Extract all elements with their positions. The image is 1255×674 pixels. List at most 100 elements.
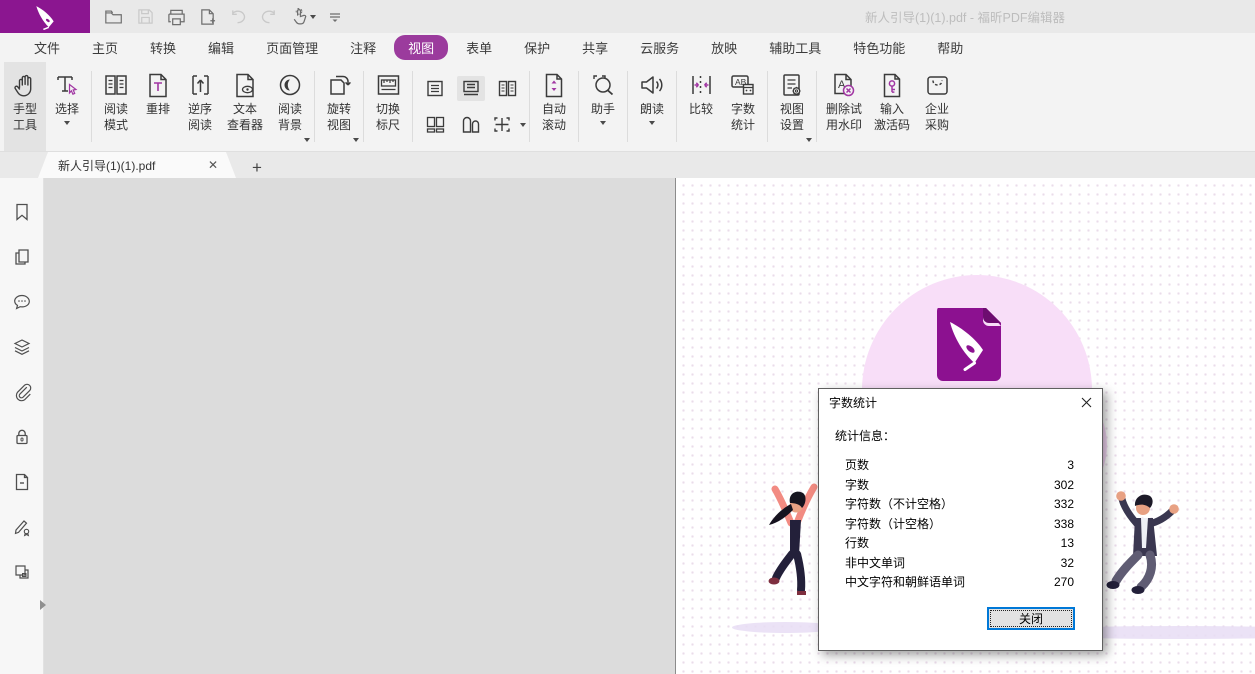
- toggle-ruler-button[interactable]: 切换 标尺: [367, 62, 409, 151]
- toolbar-separator: [816, 71, 817, 142]
- redo-button[interactable]: [260, 9, 278, 25]
- menu-form[interactable]: 表单: [450, 35, 508, 60]
- folder-open-icon: [104, 8, 124, 26]
- bookmarks-panel-button[interactable]: [12, 202, 32, 222]
- save-button[interactable]: [137, 8, 154, 25]
- layers-panel-button[interactable]: [12, 337, 32, 357]
- text-viewer-button[interactable]: 文本 查看器: [221, 62, 269, 151]
- read-background-label: 阅读 背景: [278, 102, 302, 133]
- statistics-rows: 页数 3 字数 302 字符数（不计空格） 332 字符数（计空格） 338 行…: [845, 456, 1074, 593]
- toolbar-separator: [767, 71, 768, 142]
- customize-toolbar-button[interactable]: [329, 11, 341, 23]
- menu-accessibility[interactable]: 辅助工具: [753, 35, 837, 60]
- toolbar-separator: [412, 71, 413, 142]
- single-page-view-button[interactable]: [421, 76, 449, 101]
- compare-button[interactable]: 比较: [680, 62, 722, 151]
- hand-tool-button[interactable]: 手型 工具: [4, 62, 46, 151]
- menu-share[interactable]: 共享: [566, 35, 624, 60]
- redo-icon: [260, 9, 278, 25]
- dialog-close-button[interactable]: [1078, 394, 1094, 410]
- stat-label: 页数: [845, 456, 869, 476]
- stat-value: 338: [1054, 515, 1074, 535]
- menu-file[interactable]: 文件: [18, 35, 76, 60]
- facing-continuous-view-button[interactable]: [421, 112, 450, 137]
- word-count-button[interactable]: AB 字数 统计: [722, 62, 764, 151]
- attachments-panel-button[interactable]: [12, 382, 32, 402]
- open-file-button[interactable]: [104, 8, 124, 26]
- enterprise-purchase-button[interactable]: 企业 采购: [916, 62, 958, 151]
- layers-icon: [12, 337, 32, 357]
- touch-mode-button[interactable]: [291, 8, 316, 26]
- fields-panel-button[interactable]: [12, 562, 32, 582]
- window-title: 新人引导(1)(1).pdf - 福昕PDF编辑器: [690, 7, 1240, 26]
- read-aloud-button[interactable]: 朗读: [631, 62, 673, 151]
- read-mode-button[interactable]: 阅读 模式: [95, 62, 137, 151]
- split-view-caret: [520, 123, 526, 127]
- document-scroll-area[interactable]: [44, 178, 676, 674]
- book-view-button[interactable]: [457, 112, 486, 137]
- security-panel-button[interactable]: [12, 427, 32, 447]
- menu-help[interactable]: 帮助: [921, 35, 979, 60]
- stat-value: 270: [1054, 573, 1074, 593]
- touch-pointer-icon: [291, 8, 308, 26]
- read-aloud-caret: [649, 121, 655, 125]
- new-tab-button[interactable]: +: [252, 159, 262, 176]
- menu-present[interactable]: 放映: [695, 35, 753, 60]
- reverse-read-label: 逆序 阅读: [188, 102, 212, 133]
- dialog-title-bar[interactable]: 字数统计: [819, 389, 1102, 415]
- menu-protect[interactable]: 保护: [508, 35, 566, 60]
- read-background-button[interactable]: 阅读 背景: [269, 62, 311, 151]
- word-count-label: 字数 统计: [731, 102, 755, 133]
- menu-comment[interactable]: 注释: [334, 35, 392, 60]
- auto-scroll-label: 自动 滚动: [542, 102, 566, 133]
- assistant-button[interactable]: 助手: [582, 62, 624, 151]
- continuous-view-button[interactable]: [457, 76, 485, 101]
- assistant-label: 助手: [591, 102, 615, 118]
- menu-convert[interactable]: 转换: [134, 35, 192, 60]
- menu-edit[interactable]: 编辑: [192, 35, 250, 60]
- menu-features[interactable]: 特色功能: [837, 35, 921, 60]
- menu-home[interactable]: 主页: [76, 35, 134, 60]
- close-icon: [1081, 397, 1092, 408]
- toolbar-separator: [91, 71, 92, 142]
- activation-code-button[interactable]: 输入 激活码: [868, 62, 916, 151]
- hand-icon: [12, 68, 38, 102]
- facing-view-button[interactable]: [493, 76, 522, 101]
- print-button[interactable]: [167, 8, 186, 26]
- comments-panel-button[interactable]: [12, 292, 32, 312]
- view-settings-button[interactable]: 视图 设置: [771, 62, 813, 151]
- select-tool-button[interactable]: 选择: [46, 62, 88, 151]
- panel-expand-handle[interactable]: [40, 600, 46, 610]
- toggle-ruler-label: 切换 标尺: [376, 102, 400, 133]
- paperclip-icon: [12, 382, 32, 402]
- split-view-button[interactable]: [488, 112, 516, 137]
- reverse-read-button[interactable]: 逆序 阅读: [179, 62, 221, 151]
- stat-row-pages: 页数 3: [845, 456, 1074, 476]
- speaker-icon: [638, 68, 666, 102]
- ruler-icon: [375, 68, 402, 102]
- menu-cloud[interactable]: 云服务: [624, 35, 695, 60]
- rotate-view-button[interactable]: 旋转 视图: [318, 62, 360, 151]
- ribbon-menu-bar: 文件 主页 转换 编辑 页面管理 注释 视图 表单 保护 共享 云服务 放映 辅…: [0, 33, 1255, 62]
- foxit-logo: [0, 0, 90, 33]
- tab-close-icon[interactable]: ✕: [206, 158, 220, 172]
- activation-key-icon: [880, 68, 904, 102]
- menu-page-manage[interactable]: 页面管理: [250, 35, 334, 60]
- document-tab[interactable]: 新人引导(1)(1).pdf ✕: [38, 152, 236, 178]
- pages-panel-button[interactable]: [12, 247, 32, 267]
- add-page-button[interactable]: [199, 8, 216, 26]
- destinations-panel-button[interactable]: [12, 472, 32, 492]
- undo-button[interactable]: [229, 9, 247, 25]
- signature-panel-button[interactable]: [12, 517, 32, 537]
- remove-watermark-button[interactable]: A 删除试 用水印: [820, 62, 868, 151]
- auto-scroll-button[interactable]: 自动 滚动: [533, 62, 575, 151]
- dialog-close-action-button[interactable]: 关闭: [987, 607, 1075, 630]
- hand-tool-label: 手型 工具: [13, 102, 37, 133]
- page-dash-icon: [12, 472, 32, 492]
- signature-pen-icon: [12, 517, 32, 537]
- rotate-view-caret: [353, 138, 359, 142]
- menu-view[interactable]: 视图: [394, 35, 448, 60]
- compare-icon: [688, 68, 715, 102]
- rotate-view-icon: [326, 68, 353, 102]
- reflow-button[interactable]: 重排: [137, 62, 179, 151]
